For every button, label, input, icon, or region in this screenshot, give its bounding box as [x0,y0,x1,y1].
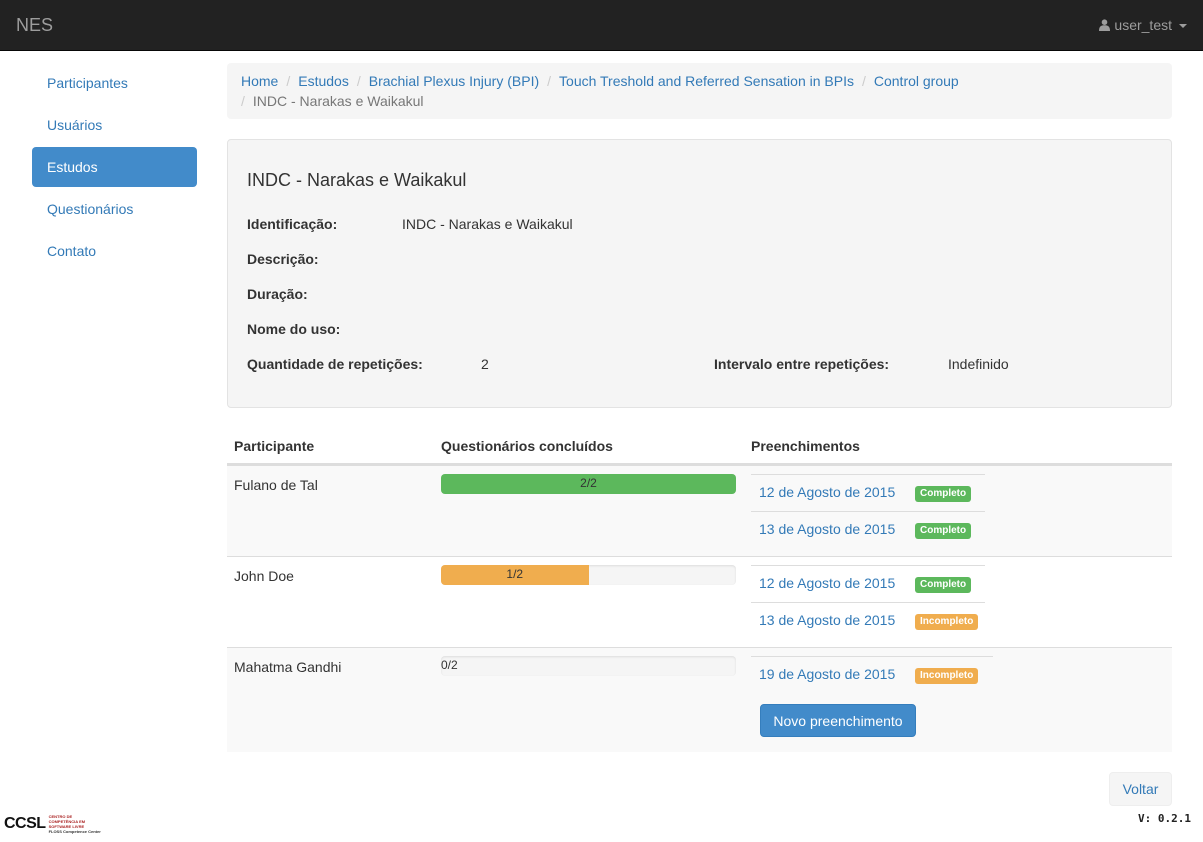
breadcrumb-current: INDC - Narakas e Waikakul [252,93,424,109]
sidebar-nav: Participantes Usuários Estudos Questioná… [32,63,197,273]
questionnaire-details-panel: INDC - Narakas e Waikakul Identificação:… [227,139,1172,408]
list-item: 12 de Agosto de 2015 Completo [751,474,985,511]
status-badge: Incompleto [915,668,979,684]
duracao-label: Duração: [247,286,308,302]
fill-date-link[interactable]: 12 de Agosto de 2015 [759,484,895,500]
breadcrumb-touch-treshold[interactable]: Touch Treshold and Referred Sensation in… [559,73,854,89]
breadcrumb-bpi[interactable]: Brachial Plexus Injury (BPI) [369,73,539,89]
list-item: 12 de Agosto de 2015 Completo [751,565,985,602]
logo-subtitle: CENTRO DE COMPETÊNCIA EM SOFTWARE LIVRE … [49,814,101,834]
col-questionarios-concluidos: Questionários concluídos [441,438,613,454]
participant-name: Mahatma Gandhi [234,659,342,675]
fill-list: 12 de Agosto de 2015 Completo 13 de Agos… [751,474,985,548]
identificacao-label: Identificação: [247,216,338,232]
list-item: 19 de Agosto de 2015 Incompleto [751,656,993,693]
progress-label: 0/2 [441,658,458,672]
breadcrumb-home[interactable]: Home [241,73,278,89]
version-label: V: 0.2.1 [1138,812,1191,825]
sidebar-item-contato[interactable]: Contato [32,231,197,271]
table-row: John Doe 1/2 12 de Agosto de 2015 Comple… [227,556,1172,647]
logo-sub-line: FLOSS Competence Center [48,829,101,834]
user-menu[interactable]: user_test [1099,17,1187,33]
brand-logo[interactable]: NES [16,15,53,36]
sidebar-item-usuarios[interactable]: Usuários [32,105,197,145]
table-header: Participante Questionários concluídos Pr… [227,426,1172,465]
sidebar-item-estudos[interactable]: Estudos [32,147,197,187]
col-participante: Participante [234,438,315,454]
fill-date-link[interactable]: 13 de Agosto de 2015 [759,612,895,628]
table-row: Fulano de Tal 2/2 12 de Agosto de 2015 C… [227,465,1172,556]
progress-fill: 1/2 [441,565,589,585]
user-icon [1099,19,1111,31]
breadcrumb-separator: / [547,73,552,89]
intervalo-value: Indefinido [948,356,1009,372]
breadcrumb-estudos[interactable]: Estudos [298,73,349,89]
repeticoes-value: 2 [481,356,489,372]
progress-fill: 2/2 [441,474,736,494]
fill-list: 19 de Agosto de 2015 Incompleto [751,656,993,693]
new-fill-button[interactable]: Novo preenchimento [760,704,916,737]
list-item: 13 de Agosto de 2015 Completo [751,511,985,548]
logo-text: CCSL [4,815,46,832]
breadcrumb: Home / Estudos / Brachial Plexus Injury (BPI… [227,63,1172,119]
status-badge: Completo [915,577,972,593]
back-button[interactable]: Voltar [1109,772,1172,806]
breadcrumb-control-group[interactable]: Control group [874,73,959,89]
breadcrumb-separator: / [241,93,245,109]
username-label: user_test [1114,17,1172,33]
breadcrumb-separator: / [286,73,291,89]
breadcrumb-separator: / [356,73,361,89]
status-badge: Completo [915,523,972,539]
fill-list: 12 de Agosto de 2015 Completo 13 de Agos… [751,565,985,639]
fill-date-link[interactable]: 19 de Agosto de 2015 [759,666,895,682]
status-badge: Incompleto [915,614,979,630]
identificacao-value: INDC - Narakas e Waikakul [402,216,573,232]
caret-down-icon [1179,24,1187,28]
top-navbar: NES user_test [0,0,1203,51]
table-row: Mahatma Gandhi 0/2 19 de Agosto de 2015 … [227,647,1172,752]
status-badge: Completo [915,486,972,502]
intervalo-label: Intervalo entre repetições: [714,356,890,372]
ccsl-logo: CCSL CENTRO DE COMPETÊNCIA EM SOFTWARE L… [4,814,101,834]
participant-name: John Doe [234,568,294,584]
repeticoes-label: Quantidade de repetições: [247,356,423,372]
progress-bar: 0/2 [441,656,736,676]
descricao-label: Descrição: [247,251,319,267]
nome-uso-label: Nome do uso: [247,321,341,337]
progress-bar: 2/2 [441,474,736,494]
list-item: 13 de Agosto de 2015 Incompleto [751,602,985,639]
fill-date-link[interactable]: 12 de Agosto de 2015 [759,575,895,591]
sidebar-item-participantes[interactable]: Participantes [32,63,197,103]
progress-bar: 1/2 [441,565,736,585]
fill-date-link[interactable]: 13 de Agosto de 2015 [759,521,895,537]
participant-name: Fulano de Tal [234,477,318,493]
sidebar-item-questionarios[interactable]: Questionários [32,189,197,229]
breadcrumb-separator: / [861,73,866,89]
page-title: INDC - Narakas e Waikakul [247,170,467,190]
col-preenchimentos: Preenchimentos [751,438,860,454]
